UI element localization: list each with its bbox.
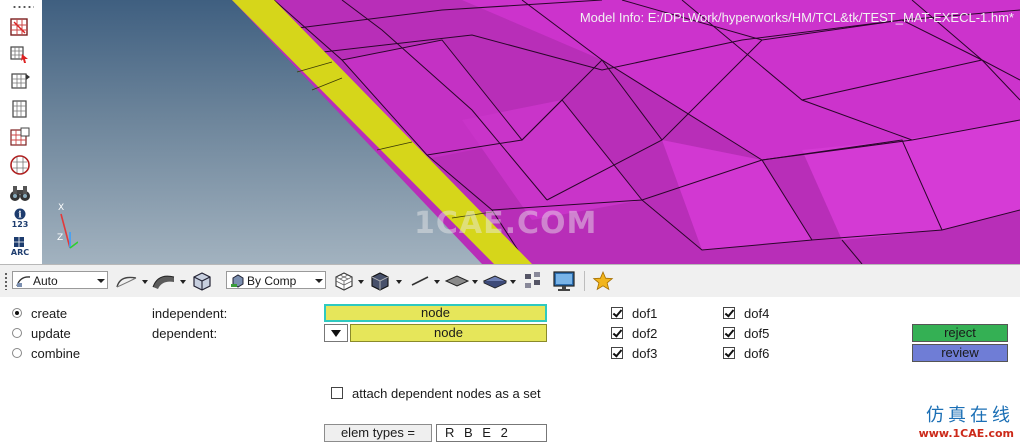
chevron-down-icon[interactable] bbox=[180, 280, 186, 284]
solid-cube-icon[interactable] bbox=[368, 270, 392, 292]
triangle-down-icon bbox=[331, 330, 341, 337]
dof4-checkbox[interactable]: dof4 bbox=[723, 305, 769, 321]
line-icon[interactable] bbox=[408, 270, 432, 292]
arc-label: ARC bbox=[10, 248, 30, 257]
dependent-label: dependent: bbox=[152, 326, 218, 341]
checkbox-box bbox=[723, 327, 735, 339]
shell-icon[interactable] bbox=[482, 270, 508, 292]
wireframe-mode-icon bbox=[16, 274, 32, 293]
tree-icon[interactable] bbox=[522, 270, 544, 292]
shaded-mode-icon[interactable] bbox=[150, 270, 178, 292]
independent-node-selector[interactable]: node bbox=[324, 304, 547, 322]
dof5-checkbox[interactable]: dof5 bbox=[723, 325, 769, 341]
checkbox-box bbox=[723, 347, 735, 359]
chevron-down-icon bbox=[97, 279, 105, 283]
dependent-node-selector[interactable]: node bbox=[350, 324, 547, 342]
dependent-toggle[interactable] bbox=[324, 324, 348, 342]
dof1-checkbox[interactable]: dof1 bbox=[611, 305, 657, 321]
dof4-label: dof4 bbox=[744, 305, 770, 321]
star-icon[interactable] bbox=[592, 270, 614, 292]
toolbar-grip[interactable] bbox=[12, 4, 34, 10]
model-info-text: Model Info: E:/DPLWork/hyperworks/HM/TCL… bbox=[579, 10, 1014, 25]
dof3-checkbox[interactable]: dof3 bbox=[611, 345, 657, 361]
graphics-viewport[interactable]: Model Info: E:/DPLWork/hyperworks/HM/TCL… bbox=[42, 0, 1020, 264]
brand-url-text: www.1CAE.com bbox=[918, 427, 1014, 440]
info-badge-text: i bbox=[18, 211, 22, 221]
attach-as-set-label: attach dependent nodes as a set bbox=[352, 385, 541, 401]
radio-create[interactable]: create bbox=[12, 304, 67, 322]
dof6-checkbox[interactable]: dof6 bbox=[723, 345, 769, 361]
radio-update[interactable]: update bbox=[12, 324, 71, 342]
zoom-icon[interactable] bbox=[8, 98, 32, 120]
dof2-label: dof2 bbox=[632, 325, 658, 341]
axis-triad: X Z bbox=[57, 203, 78, 249]
attach-as-set-checkbox[interactable]: attach dependent nodes as a set bbox=[331, 385, 541, 401]
toolbar-grip[interactable] bbox=[4, 272, 8, 290]
chevron-down-icon[interactable] bbox=[142, 280, 148, 284]
plane-icon[interactable] bbox=[444, 270, 470, 292]
dof1-label: dof1 bbox=[632, 305, 658, 321]
color-mode-value: By Comp bbox=[247, 274, 297, 288]
pan-icon[interactable] bbox=[8, 70, 32, 92]
rotate-view-icon[interactable] bbox=[8, 42, 32, 64]
checkbox-box bbox=[723, 307, 735, 319]
axis-z-label: Z bbox=[57, 233, 63, 243]
axis-x-label: X bbox=[58, 203, 64, 213]
display-mode-dropdown[interactable]: Auto bbox=[12, 271, 108, 289]
count-label: 123 bbox=[11, 220, 29, 229]
box-icon[interactable] bbox=[190, 270, 214, 292]
dof2-checkbox[interactable]: dof2 bbox=[611, 325, 657, 341]
watermark-text: 1CAE.COM bbox=[414, 206, 598, 241]
toolbar-separator bbox=[584, 271, 585, 291]
side-toolbar: i 123 ARC bbox=[0, 0, 43, 264]
dof3-label: dof3 bbox=[632, 345, 658, 361]
arc-icon[interactable]: ARC bbox=[8, 236, 32, 258]
visualization-toolbar: Auto By Comp bbox=[0, 264, 1020, 298]
radio-update-label: update bbox=[31, 325, 71, 341]
checkbox-box bbox=[611, 307, 623, 319]
chevron-down-icon bbox=[315, 279, 323, 283]
brand-watermark: 仿真在线 www.1CAE.com bbox=[904, 405, 1014, 443]
binoculars-icon[interactable] bbox=[8, 182, 32, 204]
radio-dot bbox=[12, 348, 22, 358]
dof5-label: dof5 bbox=[744, 325, 770, 341]
rigid-panel: create update combine independent: depen… bbox=[0, 297, 1020, 447]
chevron-down-icon[interactable] bbox=[434, 280, 440, 284]
radio-combine[interactable]: combine bbox=[12, 344, 80, 362]
elem-types-field[interactable]: R B E 2 bbox=[436, 424, 547, 442]
color-mode-dropdown[interactable]: By Comp bbox=[226, 271, 326, 289]
checkbox-box bbox=[611, 327, 623, 339]
window-select-icon[interactable] bbox=[8, 16, 32, 38]
info-icon[interactable]: i 123 bbox=[8, 208, 32, 230]
monitor-icon[interactable] bbox=[552, 270, 576, 292]
chevron-down-icon[interactable] bbox=[510, 280, 516, 284]
wireframe-mode-icon[interactable] bbox=[114, 270, 140, 292]
radio-dot bbox=[12, 308, 22, 318]
chevron-down-icon[interactable] bbox=[396, 280, 402, 284]
brand-chinese-text: 仿真在线 bbox=[926, 405, 1014, 426]
display-mode-value: Auto bbox=[33, 274, 58, 288]
reject-button[interactable]: reject bbox=[912, 324, 1008, 342]
chevron-down-icon[interactable] bbox=[358, 280, 364, 284]
by-comp-icon bbox=[230, 274, 246, 293]
checkbox-box bbox=[331, 387, 343, 399]
chevron-down-icon[interactable] bbox=[472, 280, 478, 284]
radio-dot bbox=[12, 328, 22, 338]
section-icon[interactable] bbox=[8, 126, 32, 148]
independent-label: independent: bbox=[152, 306, 228, 321]
wire-cube-icon[interactable] bbox=[332, 270, 356, 292]
circle-select-icon[interactable] bbox=[8, 154, 32, 176]
review-button[interactable]: review bbox=[912, 344, 1008, 362]
elem-types-button[interactable]: elem types = bbox=[324, 424, 432, 442]
radio-combine-label: combine bbox=[31, 345, 81, 361]
dof6-label: dof6 bbox=[744, 345, 770, 361]
radio-create-label: create bbox=[31, 305, 68, 321]
checkbox-box bbox=[611, 347, 623, 359]
